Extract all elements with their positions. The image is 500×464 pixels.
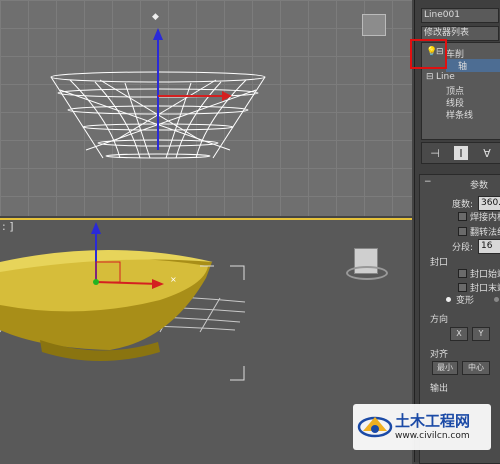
object-name-field[interactable]: Line001 bbox=[421, 8, 499, 23]
svg-text:×: × bbox=[170, 275, 177, 284]
degrees-input[interactable]: 360.0 bbox=[478, 196, 500, 211]
align-group-label: 对齐 bbox=[430, 350, 449, 360]
grid-radio[interactable] bbox=[494, 297, 499, 302]
stack-item-axis[interactable]: 轴 bbox=[446, 59, 500, 72]
direction-x-button[interactable]: X bbox=[450, 327, 468, 341]
watermark-title: 土木工程网 bbox=[395, 412, 471, 430]
direction-group-label: 方向 bbox=[430, 315, 449, 325]
collapse-icon[interactable]: − bbox=[424, 177, 432, 187]
top-viewport[interactable]: ◆ bbox=[0, 0, 412, 216]
cap-start-checkbox[interactable] bbox=[458, 269, 467, 278]
cap-start-label: 封口始端 bbox=[470, 270, 500, 280]
perspective-viewport[interactable]: : ] × bbox=[0, 218, 412, 464]
flip-normals-checkbox[interactable] bbox=[458, 227, 467, 236]
output-group-label: 输出 bbox=[430, 384, 449, 394]
command-panel: Line001 修改器列表 💡 ⊟ 车削 轴 ⊟ Line 顶点 线段 样条线 … bbox=[414, 0, 500, 464]
weld-core-label: 焊接内核 bbox=[470, 213, 500, 223]
flip-normals-label: 翻转法线 bbox=[470, 228, 500, 238]
stack-toolbar: ⊣ I ∀ bbox=[421, 142, 500, 164]
viewcube-ring bbox=[346, 266, 388, 280]
viewcube-icon[interactable] bbox=[362, 14, 386, 36]
watermark: 土木工程网 www.civilcn.com bbox=[353, 404, 491, 450]
morph-label: 变形 bbox=[456, 296, 475, 306]
align-min-button[interactable]: 最小 bbox=[432, 361, 458, 375]
morph-radio[interactable] bbox=[446, 297, 451, 302]
make-unique-icon[interactable]: ∀ bbox=[480, 146, 494, 160]
segments-input[interactable]: 16 bbox=[478, 239, 500, 254]
parameters-title[interactable]: 参数 bbox=[470, 178, 488, 191]
cap-end-checkbox[interactable] bbox=[458, 283, 467, 292]
shaded-bowl[interactable]: × bbox=[0, 220, 412, 464]
expand-icon[interactable]: ⊟ bbox=[426, 72, 434, 82]
capping-group-label: 封口 bbox=[430, 258, 449, 268]
pin-stack-icon[interactable]: ⊣ bbox=[428, 146, 442, 160]
cap-end-label: 封口末端 bbox=[470, 284, 500, 294]
show-end-result-icon[interactable]: I bbox=[454, 146, 468, 160]
segments-label: 分段: bbox=[452, 243, 474, 253]
watermark-url: www.civilcn.com bbox=[395, 431, 470, 441]
weld-core-checkbox[interactable] bbox=[458, 212, 467, 221]
direction-y-button[interactable]: Y bbox=[472, 327, 490, 341]
watermark-logo-icon bbox=[357, 416, 393, 438]
degrees-label: 度数: bbox=[452, 200, 474, 210]
axis-marker: ◆ bbox=[152, 12, 159, 22]
stack-item-line[interactable]: Line bbox=[436, 72, 455, 82]
wireframe-bowl[interactable] bbox=[0, 0, 412, 216]
stack-item-spline[interactable]: 样条线 bbox=[446, 108, 473, 121]
align-center-button[interactable]: 中心 bbox=[462, 361, 490, 375]
highlight-box bbox=[410, 39, 447, 69]
